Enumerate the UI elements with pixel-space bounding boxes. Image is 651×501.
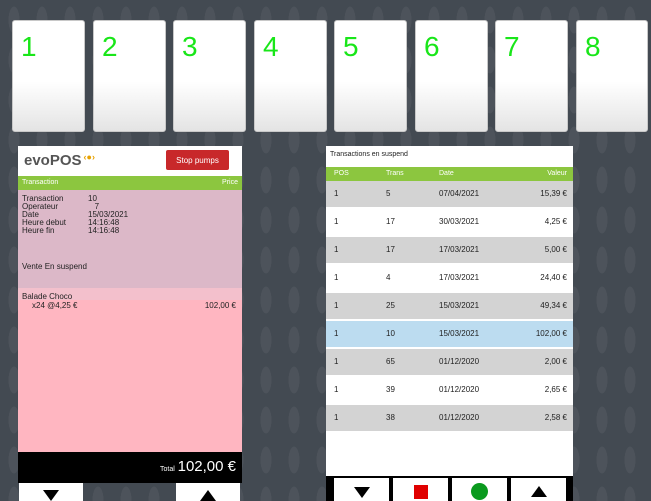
info-row-date: Date 15/03/2021 — [22, 210, 129, 219]
pump-number: 2 — [102, 31, 118, 62]
pump-number: 5 — [343, 31, 359, 62]
info-row-operateur: Operateur 7 — [22, 202, 100, 211]
resume-button[interactable] — [452, 478, 507, 501]
pump-button-2[interactable]: 2 — [93, 20, 166, 132]
table-row[interactable]: 1 38 01/12/2020 2,58 € — [326, 405, 573, 431]
stop-pumps-button[interactable]: Stop pumps — [166, 150, 229, 170]
evopos-logo: evoPOS ‹●› — [24, 152, 95, 169]
table-row[interactable]: 1 4 17/03/2021 24,40 € — [326, 265, 573, 291]
pump-button-8[interactable]: 8 — [576, 20, 648, 132]
suspended-column-header: POS Trans Date Valeur — [326, 167, 573, 181]
column-date: Date — [439, 170, 454, 177]
transaction-info: Transaction 10 Operateur 7 Date 15/03/2021… — [18, 190, 242, 288]
table-row[interactable]: 1 25 15/03/2021 49,34 € — [326, 293, 573, 319]
item-price: 102,00 € — [204, 301, 236, 310]
table-row[interactable]: 1 17 17/03/2021 5,00 € — [326, 237, 573, 263]
column-price: Price — [222, 179, 238, 186]
scroll-up-button[interactable] — [176, 483, 240, 501]
transaction-column-header: Transaction Price — [18, 176, 242, 190]
arrow-down-icon — [43, 490, 59, 501]
info-row-transaction: Transaction 10 — [22, 194, 97, 203]
scroll-down-button[interactable] — [19, 483, 83, 501]
info-row-heure-debut: Heure debut 14:16:48 — [22, 218, 120, 227]
pump-button-3[interactable]: 3 — [173, 20, 246, 132]
logo-mark-icon: ‹●› — [83, 152, 95, 162]
stop-square-icon — [413, 484, 428, 499]
pump-button-5[interactable]: 5 — [334, 20, 407, 132]
suspended-transactions-body: Transactions en suspend POS Trans Date V… — [326, 146, 573, 476]
table-row[interactable]: 1 5 07/04/2021 15,39 € — [326, 181, 573, 207]
column-pos: POS — [334, 170, 349, 177]
arrow-up-icon — [530, 486, 547, 497]
suspended-actions-bar — [326, 476, 573, 501]
item-name: Balade Choco — [22, 292, 73, 301]
transaction-panel: evoPOS ‹●› Stop pumps Transaction Price T… — [18, 146, 242, 501]
table-row[interactable]: 1 17 30/03/2021 4,25 € — [326, 209, 573, 235]
pump-number: 8 — [585, 31, 601, 62]
table-row[interactable]: 1 39 01/12/2020 2,65 € — [326, 377, 573, 403]
total-bar: Total 102,00 € — [18, 452, 242, 483]
pump-number: 6 — [424, 31, 440, 62]
suspended-transactions-panel: Transactions en suspend POS Trans Date V… — [326, 146, 573, 501]
cancel-button[interactable] — [393, 478, 448, 501]
pump-button-4[interactable]: 4 — [254, 20, 327, 132]
sale-status: Vente En suspend — [22, 262, 87, 271]
table-row[interactable]: 1 65 01/12/2020 2,00 € — [326, 349, 573, 375]
pump-number: 4 — [263, 31, 279, 62]
row-up-button[interactable] — [511, 478, 566, 501]
go-circle-icon — [471, 482, 488, 500]
pump-button-6[interactable]: 6 — [415, 20, 488, 132]
row-down-button[interactable] — [334, 478, 389, 501]
items-list: Balade Choco x24 @4,25 € 102,00 € — [18, 288, 242, 452]
item-quantity: x24 @4,25 € — [32, 301, 78, 310]
pump-button-7[interactable]: 7 — [495, 20, 568, 132]
info-row-heure-fin: Heure fin 14:16:48 — [22, 226, 120, 235]
pump-button-1[interactable]: 1 — [12, 20, 85, 132]
pump-number: 7 — [504, 31, 520, 62]
column-valeur: Valeur — [547, 170, 567, 177]
total-value: 102,00 € — [177, 458, 236, 475]
pump-number: 1 — [21, 31, 37, 62]
arrow-down-icon — [353, 486, 370, 498]
column-transaction: Transaction — [22, 179, 59, 186]
total-label: Total — [160, 466, 175, 473]
table-row-selected[interactable]: 1 10 15/03/2021 102,00 € — [326, 321, 573, 347]
arrow-up-icon — [200, 489, 216, 501]
suspended-title: Transactions en suspend — [330, 151, 408, 158]
column-trans: Trans — [386, 170, 404, 177]
transaction-panel-header: evoPOS ‹●› Stop pumps — [18, 146, 242, 176]
pump-number: 3 — [182, 31, 198, 62]
